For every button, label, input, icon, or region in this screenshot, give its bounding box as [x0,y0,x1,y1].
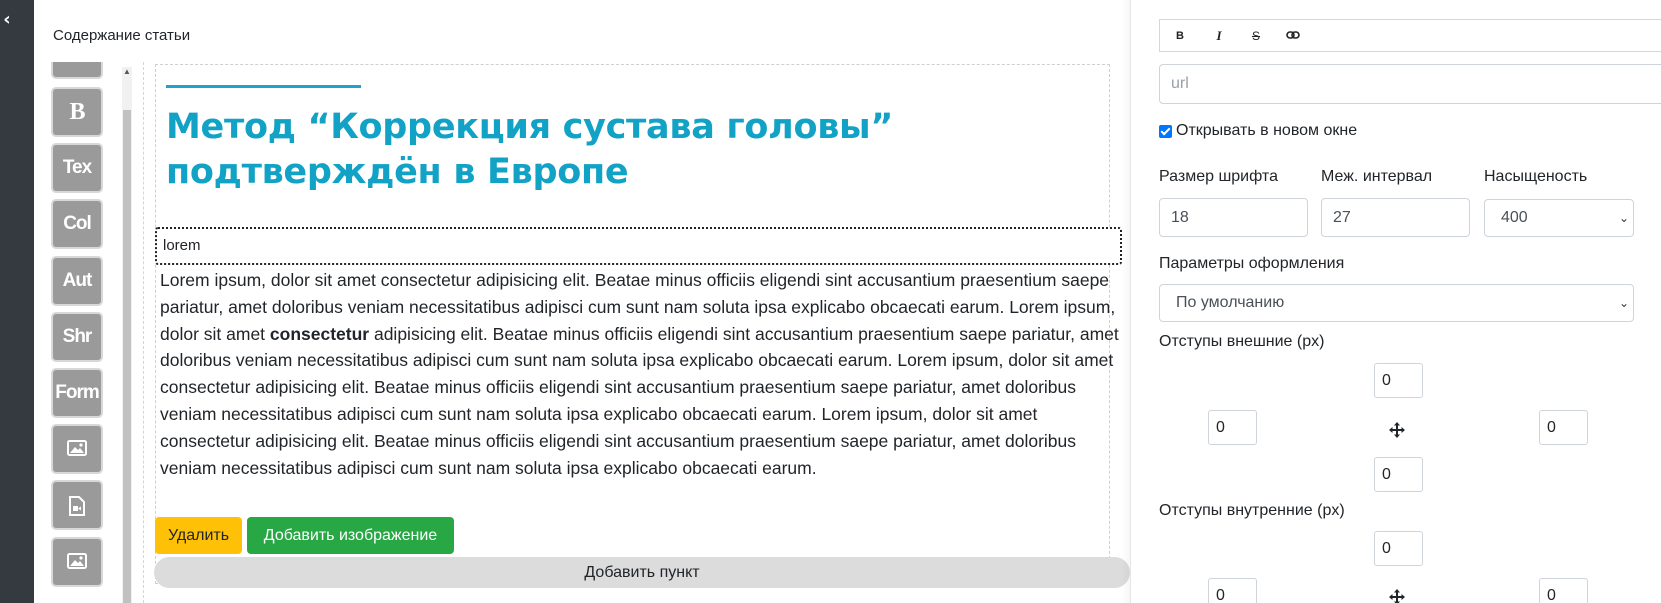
add-item-button[interactable]: Добавить пункт [154,557,1130,588]
open-new-window-checkbox[interactable] [1159,124,1172,138]
tool-bold-block[interactable]: B [51,87,103,137]
style-params-value: По умолчанию [1176,294,1285,311]
video-file-icon [69,496,85,516]
tool-partial-top[interactable] [51,62,103,79]
line-height-input[interactable]: 27 [1321,198,1470,237]
section-title: Содержание статьи [53,27,191,44]
chevron-down-icon: ⌄ [1618,296,1629,310]
margin-right-input[interactable]: 0 [1539,410,1588,445]
tool-image[interactable] [51,424,103,474]
headline-accent-line [166,85,361,88]
italic-icon[interactable]: I [1209,27,1229,45]
tool-form[interactable]: Form [51,368,103,418]
chevron-down-icon: ⌄ [1618,211,1629,225]
move-icon [1389,589,1405,603]
article-body-text[interactable]: Lorem ipsum, dolor sit amet consectetur … [160,267,1120,481]
format-toolbar: B I S [1159,19,1661,52]
article-headline[interactable]: Метод “Коррекция сустава головы” подтвер… [166,105,1096,195]
font-weight-value: 400 [1501,209,1528,226]
tool-columns[interactable]: Col [51,199,103,249]
margin-bottom-input[interactable]: 0 [1374,457,1423,492]
margin-left-input[interactable]: 0 [1208,410,1257,445]
open-new-window-option[interactable]: Открывать в новом окне [1159,122,1357,140]
paddings-label: Отступы внутренние (px) [1159,502,1345,519]
tool-author[interactable]: Aut [51,256,103,306]
tool-video[interactable] [51,480,103,530]
margins-label: Отступы внешние (px) [1159,333,1325,350]
chevron-left-icon[interactable]: ‹ [0,10,14,30]
add-image-button[interactable]: Добавить изображение [247,517,454,554]
style-params-label: Параметры оформления [1159,255,1345,272]
subheading-input[interactable]: lorem [155,227,1122,265]
block-toolbox: B Tex Col Aut Shr Form ▲ [51,62,139,603]
scroll-up-arrow-icon[interactable]: ▲ [122,66,132,78]
line-height-label: Меж. интервал [1321,168,1433,185]
body-text-part: adipisicing elit. Beatae minus officiis … [160,323,1119,478]
font-size-label: Размер шрифта [1159,168,1278,185]
image-icon [67,553,87,569]
padding-right-input[interactable]: 0 [1539,578,1588,603]
url-input[interactable] [1159,64,1661,104]
properties-panel: B I S Открывать в новом окне Размер шриф… [1130,0,1661,603]
font-weight-select[interactable]: 400 ⌄ [1484,199,1634,237]
margin-top-input[interactable]: 0 [1374,363,1423,398]
tool-gallery[interactable] [51,537,103,587]
open-new-window-label: Открывать в новом окне [1176,122,1358,139]
style-params-select[interactable]: По умолчанию ⌄ [1159,284,1634,322]
font-size-input[interactable]: 18 [1159,198,1308,237]
image-icon [67,440,87,456]
padding-top-input[interactable]: 0 [1374,531,1423,566]
strikethrough-icon[interactable]: S [1246,27,1266,45]
link-icon[interactable] [1283,27,1303,45]
padding-left-input[interactable]: 0 [1208,578,1257,603]
left-rail: ‹ [0,0,34,603]
tool-text[interactable]: Tex [51,143,103,193]
delete-button[interactable]: Удалить [155,517,242,554]
page: ‹ Содержание статьи B Tex Col Aut Shr Fo… [0,0,1661,603]
toolbox-scroll-thumb[interactable] [123,110,131,603]
article-editor: Содержание статьи B Tex Col Aut Shr Form… [34,0,1130,603]
font-weight-label: Насыщеность [1484,168,1588,185]
body-bold-word: consectetur [269,323,370,344]
article-canvas: Метод “Коррекция сустава головы” подтвер… [143,62,1130,603]
tool-share[interactable]: Shr [51,312,103,362]
bold-icon[interactable]: B [1170,27,1190,45]
move-icon [1389,422,1405,438]
